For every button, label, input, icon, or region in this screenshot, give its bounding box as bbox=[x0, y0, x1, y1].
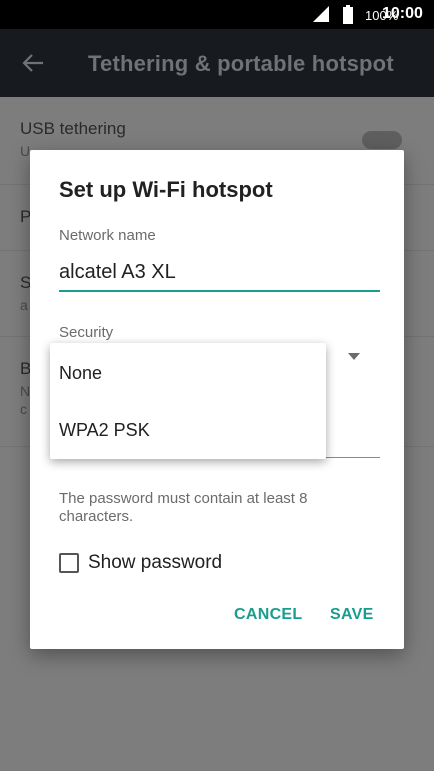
clock: 10:00 bbox=[382, 5, 423, 22]
signal-icon bbox=[313, 6, 329, 22]
network-name-underline bbox=[59, 290, 380, 292]
password-hint: The password must contain at least 8 cha… bbox=[59, 490, 308, 525]
list-item-subtitle: a bbox=[20, 297, 28, 313]
show-password-label[interactable]: Show password bbox=[88, 552, 222, 574]
menu-item-wpa2-psk[interactable]: WPA2 PSK bbox=[50, 402, 326, 458]
dropdown-arrow-icon[interactable] bbox=[348, 353, 360, 360]
cancel-button[interactable]: CANCEL bbox=[234, 606, 302, 624]
menu-item-none[interactable]: None bbox=[50, 345, 326, 401]
show-password-checkbox[interactable] bbox=[59, 553, 79, 573]
status-bar: 100% 10:00 bbox=[0, 0, 434, 29]
back-arrow-icon[interactable] bbox=[22, 53, 44, 73]
list-item-subtitle: c bbox=[20, 401, 27, 417]
app-bar: Tethering & portable hotspot bbox=[0, 29, 434, 97]
list-item-subtitle: U bbox=[20, 143, 31, 159]
dialog-title: Set up Wi-Fi hotspot bbox=[59, 177, 273, 202]
network-name-field[interactable]: alcatel A3 XL bbox=[59, 261, 176, 284]
save-button[interactable]: SAVE bbox=[330, 606, 374, 624]
menu-item-label: None bbox=[59, 363, 103, 383]
list-item-subtitle: N bbox=[20, 383, 31, 399]
list-item-title: USB tethering bbox=[20, 119, 126, 138]
page-title: Tethering & portable hotspot bbox=[88, 51, 394, 76]
security-dropdown-menu: None WPA2 PSK bbox=[50, 343, 326, 459]
usb-tethering-toggle[interactable] bbox=[362, 131, 402, 149]
security-label: Security bbox=[59, 324, 114, 341]
menu-item-label: WPA2 PSK bbox=[59, 420, 150, 440]
network-name-label: Network name bbox=[59, 227, 156, 244]
battery-icon bbox=[343, 5, 353, 24]
